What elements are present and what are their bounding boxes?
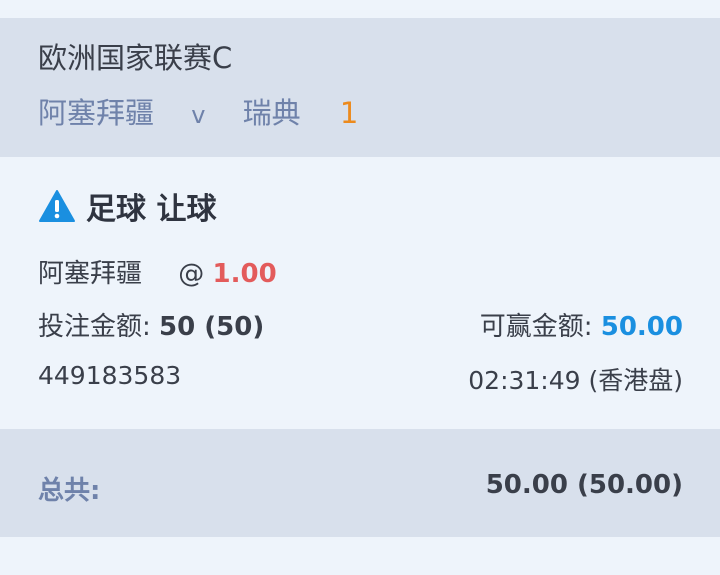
winnable-value: 50.00	[600, 312, 683, 342]
stake-label: 投注金额:	[38, 312, 151, 342]
selection-row: 阿塞拜疆 @ 1.00	[38, 253, 277, 290]
away-team: 瑞典	[242, 96, 301, 130]
winnable-label: 可赢金额:	[479, 312, 593, 342]
selection-team: 阿塞拜疆	[38, 259, 143, 289]
stake-row: 投注金额: 50 (50)	[38, 306, 264, 343]
odds-value: 1.00	[212, 259, 277, 289]
match-teams: 阿塞拜疆 v 瑞典 1	[38, 99, 358, 128]
total-label: 总共:	[38, 476, 101, 506]
ticket-id: 449183583	[38, 361, 182, 390]
bet-slip: 欧洲国家联赛C 阿塞拜疆 v 瑞典 1 足球 让球 阿塞拜疆 @ 1.00 投注…	[0, 0, 720, 575]
stake-value: 50 (50)	[159, 312, 265, 342]
total-value: 50.00 (50.00)	[485, 470, 683, 500]
handicap-score: 1	[339, 96, 359, 130]
winnable-row: 可赢金额: 50.00	[480, 306, 683, 343]
bet-time: 02:31:49 (香港盘)	[468, 366, 683, 395]
match-header	[0, 18, 720, 157]
bet-type-row: 足球 让球	[38, 184, 216, 228]
top-spacer	[0, 0, 720, 18]
versus-label: v	[191, 101, 206, 129]
bet-type-label: 足球 让球	[86, 192, 217, 227]
at-symbol: @	[178, 259, 205, 289]
home-team: 阿塞拜疆	[38, 96, 155, 130]
bottom-spacer	[0, 537, 720, 575]
league-name: 欧洲国家联赛C	[38, 41, 233, 75]
warning-icon	[38, 189, 76, 223]
